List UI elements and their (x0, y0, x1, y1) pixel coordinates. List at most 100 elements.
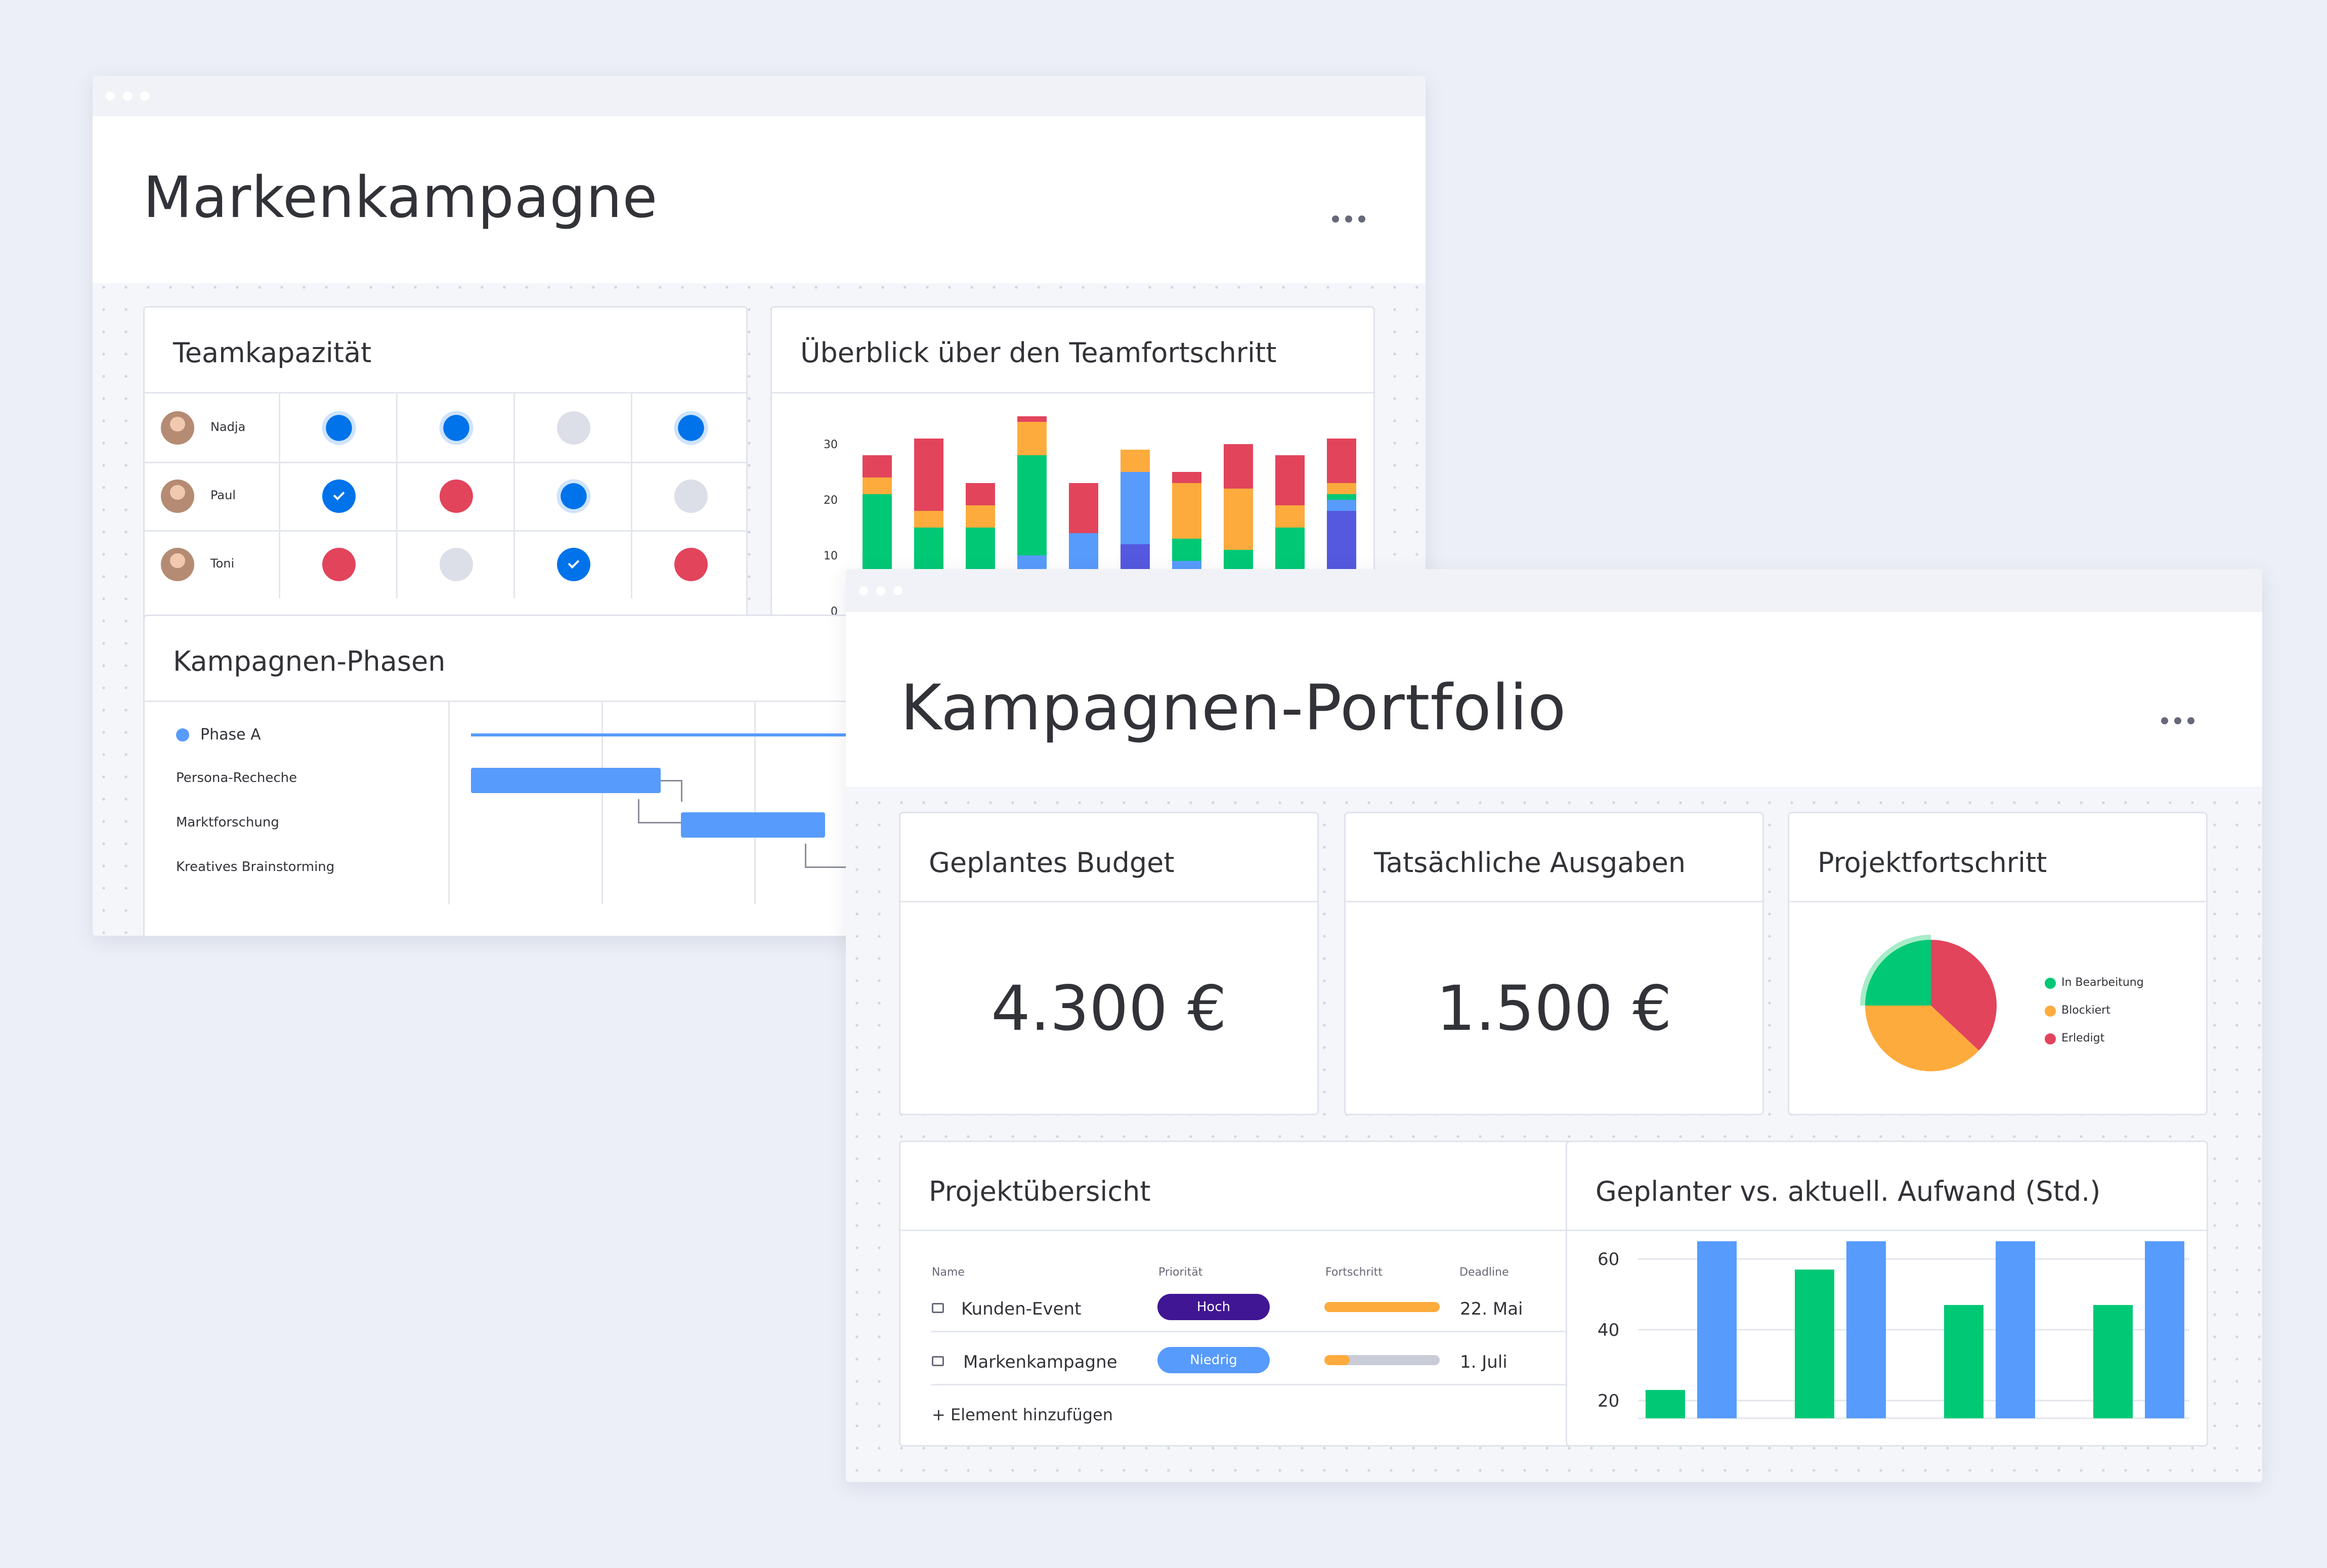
capacity-status-dot[interactable] (678, 414, 704, 441)
stacked-bar-segment (1224, 444, 1253, 489)
actual-spend-value: 1.500 € (1436, 973, 1672, 1044)
stacked-bar-segment (1017, 455, 1047, 555)
priority-badge[interactable]: Niedrig (1157, 1347, 1270, 1373)
legend-dot (2045, 1006, 2056, 1017)
cell-divider (513, 394, 515, 462)
window-dot (893, 586, 902, 595)
cell-divider (631, 530, 632, 598)
progress-fill (1324, 1355, 1350, 1365)
y-tick-label: 30 (824, 439, 838, 451)
pie-slice[interactable] (1865, 940, 1931, 1006)
card-title: Teamkapazität (173, 337, 372, 369)
column-header: Fortschritt (1325, 1266, 1383, 1279)
phase-label: Phase A (200, 726, 261, 744)
capacity-status-dot[interactable] (674, 547, 708, 581)
more-options-icon[interactable] (1332, 215, 1365, 223)
stacked-bar-segment (1172, 539, 1201, 561)
capacity-status-dot[interactable] (557, 547, 590, 581)
capacity-row: Toni (145, 530, 746, 598)
card-title: Kampagnen-Phasen (173, 645, 446, 677)
column-header: Deadline (1459, 1266, 1509, 1279)
effort-bar (2093, 1305, 2133, 1418)
project-progress-card: Projektfortschritt In Bearbeitung Blocki… (1788, 812, 2208, 1115)
stacked-bar-segment (1327, 483, 1356, 494)
avatar (161, 548, 194, 581)
legend-label: Blockiert (2061, 1004, 2110, 1017)
cell-divider (396, 462, 398, 530)
stacked-bar-segment (863, 477, 892, 494)
effort-card: Geplanter vs. aktuell. Aufwand (Std.) 20… (1566, 1141, 2208, 1447)
table-row[interactable]: Kunden-Event Hoch 22. Mai (931, 1289, 1586, 1329)
task-label: Persona-Recheche (176, 770, 297, 786)
member-name: Toni (210, 556, 235, 571)
row-divider (931, 1384, 1586, 1385)
planned-budget-value: 4.300 € (991, 973, 1227, 1044)
gantt-grid-line (754, 702, 756, 904)
legend-label: In Bearbeitung (2061, 976, 2144, 989)
card-title: Überblick über den Teamfortschritt (800, 337, 1277, 369)
project-progress-pie (1860, 935, 1997, 1071)
capacity-status-dot[interactable] (440, 479, 473, 513)
gantt-dependency-arrow (661, 780, 682, 802)
capacity-status-dot[interactable] (443, 414, 469, 441)
legend-dot (2045, 978, 2056, 989)
item-name: Markenkampagne (963, 1352, 1117, 1372)
stacked-bar-segment (863, 455, 892, 477)
stacked-bar-segment (1121, 472, 1150, 544)
cell-divider (279, 530, 280, 598)
stacked-bar-segment (1121, 450, 1150, 472)
stacked-bar-segment (966, 483, 995, 505)
more-options-icon[interactable] (2161, 717, 2194, 724)
card-divider (900, 901, 1317, 902)
avatar (161, 480, 194, 513)
cell-divider (631, 394, 632, 462)
board-title: Markenkampagne (143, 165, 658, 231)
capacity-status-dot[interactable] (326, 414, 352, 441)
legend-dot (2045, 1033, 2056, 1044)
gantt-bar-persona[interactable] (471, 768, 661, 793)
capacity-status-dot[interactable] (561, 483, 587, 509)
task-label: Marktforschung (176, 815, 279, 830)
deadline: 22. Mai (1460, 1299, 1523, 1319)
stacked-bar-segment (1172, 472, 1201, 483)
y-tick-label: 20 (1598, 1391, 1619, 1411)
capacity-status-dot[interactable] (322, 547, 356, 581)
cell-divider (279, 394, 280, 462)
member-name: Nadja (210, 420, 246, 434)
progress-bar (1324, 1302, 1440, 1312)
capacity-status-dot[interactable] (557, 411, 590, 445)
card-title: Projektübersicht (929, 1175, 1151, 1207)
gantt-bar-marktforschung[interactable] (681, 812, 825, 838)
window-dot (859, 586, 868, 595)
check-icon (568, 557, 580, 569)
cell-divider (513, 462, 515, 530)
card-divider (900, 1230, 1603, 1231)
window-dot (876, 586, 885, 595)
priority-badge[interactable]: Hoch (1157, 1294, 1270, 1320)
stacked-bar-segment (1172, 483, 1201, 539)
avatar (161, 411, 194, 445)
cell-divider (513, 530, 515, 598)
column-header: Priorität (1158, 1266, 1203, 1279)
effort-bar (1646, 1390, 1685, 1418)
deadline: 1. Juli (1460, 1352, 1507, 1372)
capacity-status-dot[interactable] (674, 479, 708, 513)
capacity-status-dot[interactable] (322, 479, 356, 513)
stacked-bar-segment (914, 511, 943, 528)
effort-bar (2145, 1241, 2184, 1418)
table-row[interactable]: Markenkampagne Niedrig 1. Juli (931, 1342, 1586, 1382)
capacity-status-dot[interactable] (440, 547, 473, 581)
card-title: Geplanter vs. aktuell. Aufwand (Std.) (1596, 1175, 2101, 1207)
task-label: Kreatives Brainstorming (176, 859, 335, 875)
project-overview-card: Projektübersicht Name Priorität Fortschr… (899, 1141, 1605, 1447)
add-item-button[interactable]: + Element hinzufügen (932, 1405, 1113, 1424)
stacked-bar-segment (914, 439, 943, 511)
y-tick-label: 60 (1598, 1249, 1619, 1270)
capacity-row: Nadja (145, 394, 746, 463)
card-title: Projektfortschritt (1818, 847, 2047, 879)
stacked-bar-segment (1017, 422, 1047, 455)
cell-divider (396, 530, 398, 598)
progress-bar (1324, 1355, 1440, 1365)
board-header: Markenkampagne (93, 116, 1426, 283)
y-tick-label: 10 (824, 550, 838, 562)
